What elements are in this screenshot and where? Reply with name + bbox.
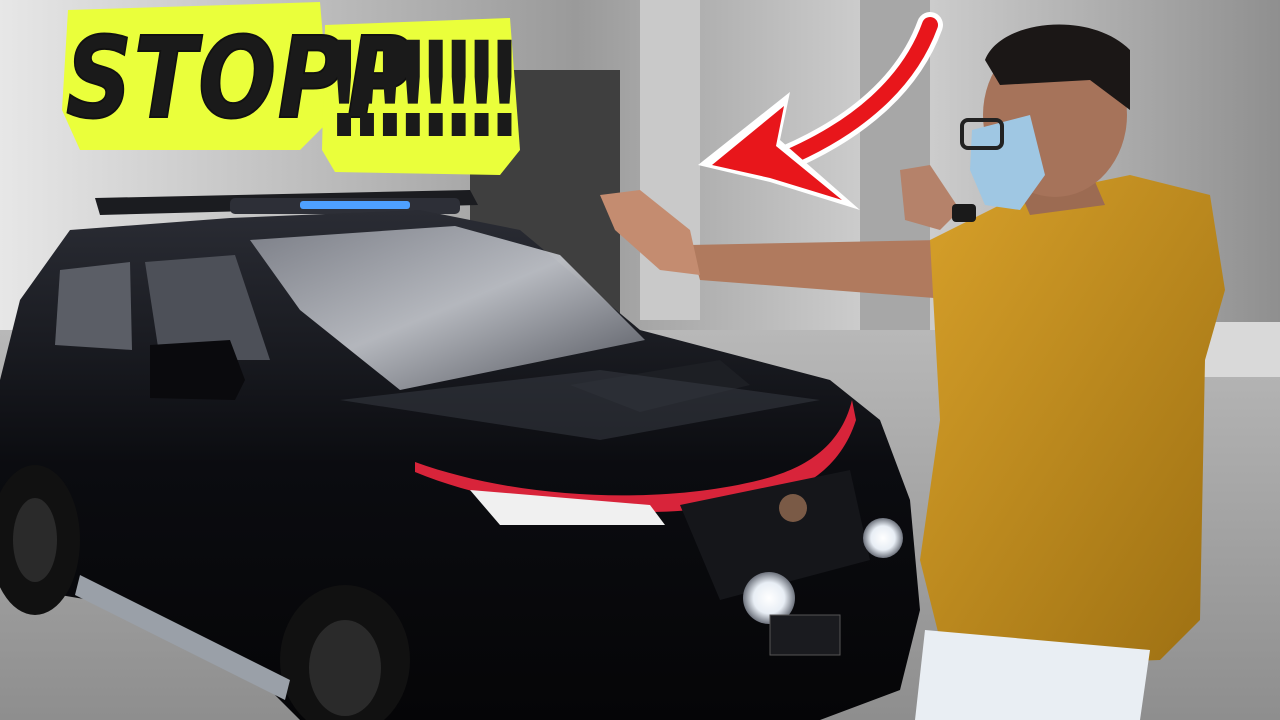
- side-mirror: [150, 340, 245, 400]
- license-plate: [769, 614, 841, 656]
- person-watch: [952, 204, 976, 222]
- thumbnail-scene: STOPP !!!!!!!!: [0, 0, 1280, 720]
- person-shirt: [920, 175, 1225, 665]
- fog-lamp-right: [863, 518, 903, 558]
- caption-exclamations: !!!!!!!!: [326, 14, 523, 168]
- side-window-rear: [55, 262, 132, 350]
- toyota-emblem: [779, 494, 807, 522]
- caption: STOPP !!!!!!!!: [65, 4, 522, 166]
